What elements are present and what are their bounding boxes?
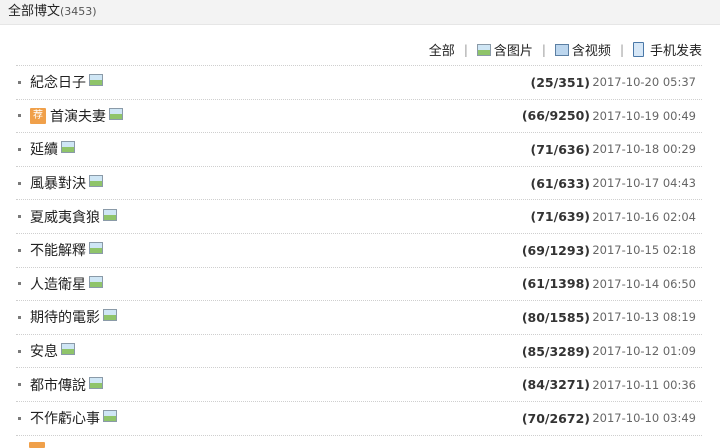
picture-icon: [103, 410, 117, 423]
post-row: 安息 (85/3289) 2017-10-12 01:09: [16, 333, 702, 368]
picture-icon: [89, 242, 103, 255]
bullet-icon: [18, 349, 21, 353]
filter-all-label: 全部: [428, 44, 455, 59]
post-stats: (69/1293): [521, 242, 590, 258]
picture-icon: [109, 107, 123, 120]
bullet-icon: [18, 416, 21, 420]
post-stats: (61/633): [530, 175, 590, 191]
post-row: 夏威夷貪狼 (71/639) 2017-10-16 02:04: [16, 199, 702, 233]
bullet-icon: [18, 282, 21, 286]
filter-with-video[interactable]: 含视频: [554, 40, 611, 59]
bullet-icon: [18, 80, 21, 84]
section-title: 全部博文: [8, 4, 61, 19]
post-title-link[interactable]: 紀念日子: [30, 72, 86, 92]
post-count: (3453): [60, 5, 97, 18]
post-date: 2017-10-11 00:36: [592, 377, 696, 392]
post-title-link[interactable]: 風暴對決: [30, 173, 86, 193]
picture-icon: [103, 309, 117, 322]
post-row: 延續 (71/636) 2017-10-18 00:29: [16, 132, 702, 166]
filter-pictures-label: 含图片: [493, 44, 533, 59]
post-date: 2017-10-17 04:43: [592, 176, 696, 191]
post-stats: (61/1398): [521, 276, 590, 292]
post-date: 2017-10-14 06:50: [592, 276, 696, 291]
filter-mobile-label: 手机发表: [649, 44, 702, 59]
post-stats: (66/9250): [521, 108, 590, 124]
section-header: 全部博文(3453): [0, 0, 720, 25]
post-date: 2017-10-18 00:29: [592, 142, 696, 157]
bullet-icon: [18, 181, 21, 185]
filter-bar: 全部 | 含图片 | 含视频 | 手机发表: [429, 40, 702, 59]
post-date: 2017-10-12 01:09: [592, 344, 696, 359]
bullet-icon: [18, 248, 21, 252]
bullet-icon: [18, 315, 21, 319]
post-date: 2017-10-20 05:37: [592, 75, 696, 90]
post-row: 期待的電影 (80/1585) 2017-10-13 08:19: [16, 300, 702, 334]
post-stats: (80/1585): [521, 309, 590, 325]
post-row: 荐首演夫妻 (66/9250) 2017-10-19 00:49: [16, 98, 702, 133]
post-row: 不能解釋 (69/1293) 2017-10-15 02:18: [16, 232, 702, 267]
post-row: 風暴對決 (61/633) 2017-10-17 04:43: [16, 165, 702, 200]
post-stats: (71/636): [530, 141, 590, 157]
picture-icon: [476, 43, 491, 56]
filter-with-pictures[interactable]: 含图片: [476, 40, 533, 59]
post-date: 2017-10-16 02:04: [592, 209, 696, 224]
post-title-link[interactable]: 首演夫妻: [50, 106, 106, 126]
post-title-link[interactable]: 人造衛星: [30, 274, 86, 294]
phone-icon: [632, 42, 644, 57]
post-title-link[interactable]: 安息: [30, 341, 58, 361]
post-row: 不作虧心事 (70/2672) 2017-10-10 03:49: [16, 400, 702, 435]
video-icon: [554, 43, 569, 56]
post-title-link[interactable]: 不作虧心事: [30, 408, 100, 428]
filter-all[interactable]: 全部: [429, 40, 455, 59]
post-row: 紀念日子 (25/351) 2017-10-20 05:37: [16, 65, 702, 99]
recommended-badge: [29, 441, 45, 448]
picture-icon: [89, 175, 103, 188]
picture-icon: [61, 343, 75, 356]
post-row: 都市傳說 (84/3271) 2017-10-11 00:36: [16, 367, 702, 401]
picture-icon: [89, 275, 103, 288]
post-stats: (25/351): [530, 74, 590, 90]
separator: |: [463, 42, 468, 57]
picture-icon: [61, 141, 75, 154]
separator: |: [541, 42, 546, 57]
post-title-link[interactable]: 期待的電影: [30, 307, 100, 327]
post-row-partial: [16, 434, 702, 448]
post-date: 2017-10-15 02:18: [592, 243, 696, 258]
bullet-icon: [18, 383, 21, 387]
post-stats: (70/2672): [521, 410, 590, 426]
post-list: 紀念日子 (25/351) 2017-10-20 05:37 荐首演夫妻 (66/925…: [16, 65, 702, 448]
bullet-icon: [18, 147, 21, 151]
bullet-icon: [18, 114, 21, 118]
bullet-icon: [18, 215, 21, 219]
post-stats: (84/3271): [521, 377, 590, 393]
post-title-link[interactable]: 夏威夷貪狼: [30, 207, 100, 227]
recommended-badge: 荐: [30, 107, 46, 124]
picture-icon: [89, 376, 103, 389]
picture-icon: [89, 74, 103, 87]
post-row: 人造衛星 (61/1398) 2017-10-14 06:50: [16, 266, 702, 301]
post-stats: (85/3289): [521, 343, 590, 359]
filter-mobile-posts[interactable]: 手机发表: [632, 40, 702, 59]
post-date: 2017-10-10 03:49: [592, 411, 696, 426]
post-title-link[interactable]: 都市傳說: [30, 375, 86, 395]
post-title-link[interactable]: 延續: [30, 139, 58, 159]
picture-icon: [103, 208, 117, 221]
filter-video-label: 含视频: [571, 44, 611, 59]
post-date: 2017-10-13 08:19: [592, 310, 696, 325]
separator: |: [619, 42, 624, 57]
post-date: 2017-10-19 00:49: [592, 108, 696, 123]
post-stats: (71/639): [530, 209, 590, 225]
post-title-link[interactable]: 不能解釋: [30, 240, 86, 260]
